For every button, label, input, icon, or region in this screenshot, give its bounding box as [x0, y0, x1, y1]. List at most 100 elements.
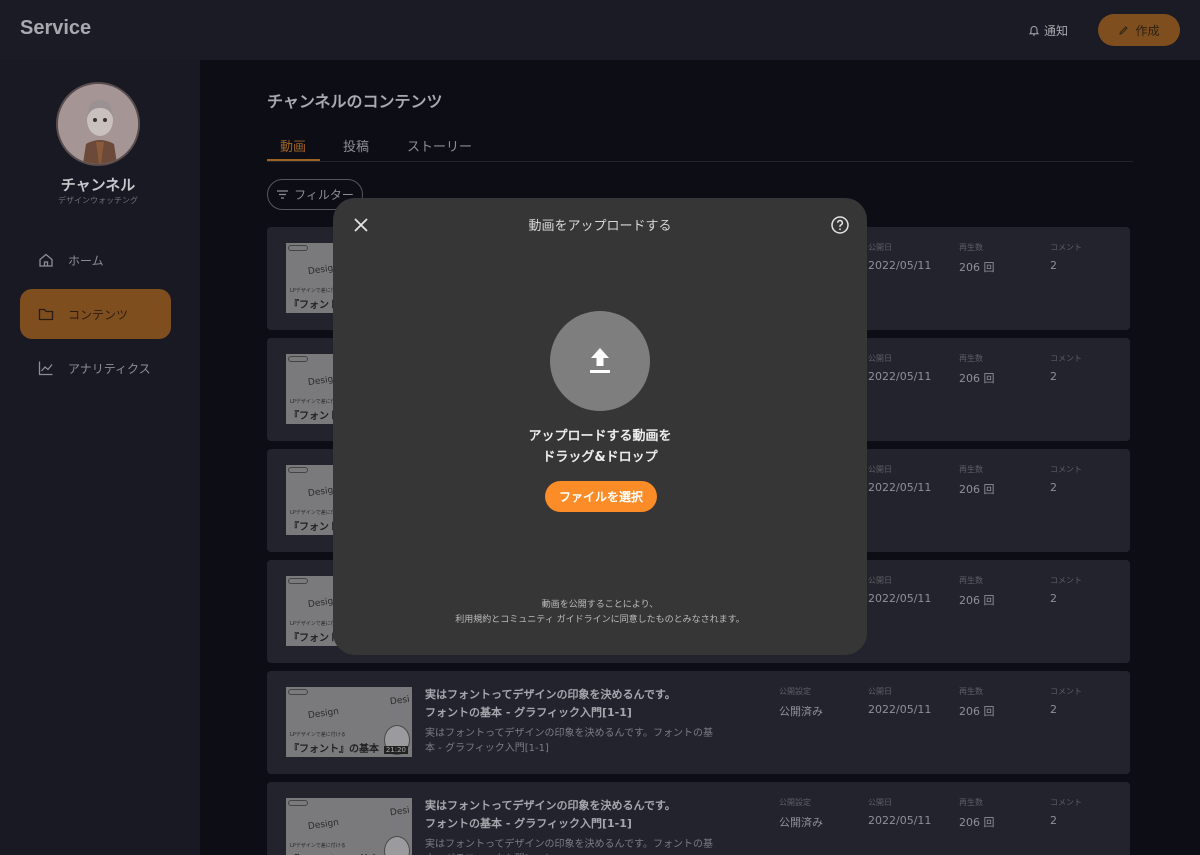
column-label-comments: コメント: [1050, 354, 1082, 363]
top-bar: Service 通知 作成: [0, 0, 1200, 60]
upload-drop-zone[interactable]: [550, 311, 650, 411]
video-title-line-2: フォントの基本 - グラフィック入門[1-1]: [425, 817, 632, 830]
drop-instructions: アップロードする動画を ドラッグ&ドロップ: [333, 426, 867, 468]
column-label-views: 再生数: [959, 243, 983, 252]
video-title-line-1: 実はフォントってデザインの印象を決めるんです。: [425, 799, 676, 812]
help-icon[interactable]: [830, 215, 850, 235]
column-label-views: 再生数: [959, 576, 983, 585]
filter-icon: [277, 190, 289, 199]
dialog-title: 動画をアップロードする: [528, 219, 672, 234]
sidebar-item-home[interactable]: ホーム: [20, 235, 171, 285]
video-comments: 2: [1050, 481, 1057, 494]
video-visibility: 公開済み: [779, 705, 823, 718]
home-icon: [39, 253, 53, 267]
tab-stories[interactable]: ストーリー: [407, 136, 472, 155]
column-label-comments: コメント: [1050, 243, 1082, 252]
upload-icon: [590, 348, 610, 373]
video-row[interactable]: DesignDesiLPデザインで差に付ける『フォント』の基本21:20実はフォ…: [267, 782, 1130, 855]
video-date: 2022/05/11: [868, 259, 932, 272]
column-label-views: 再生数: [959, 687, 983, 696]
video-title[interactable]: 実はフォントってデザインの印象を決めるんです。フォントの基本 - グラフィック入…: [425, 797, 676, 833]
drop-line-1: アップロードする動画を: [528, 429, 672, 444]
upload-dialog: 動画をアップロードする アップロードする動画を ドラッグ&ドロップ ファイルを選…: [333, 198, 867, 655]
column-label-comments: コメント: [1050, 576, 1082, 585]
video-views: 206 回: [959, 483, 995, 496]
thumbnail-headline: 『フォント』の基本: [289, 851, 379, 855]
pencil-icon: [1119, 25, 1129, 35]
bell-icon: [1028, 25, 1040, 35]
thumbnail-design-text: Design: [307, 706, 340, 722]
tab-posts[interactable]: 投稿: [343, 136, 369, 155]
column-label-date: 公開日: [868, 243, 892, 252]
sidebar-item-label: コンテンツ: [68, 307, 129, 322]
video-thumbnail[interactable]: DesignDesiLPデザインで差に付ける『フォント』の基本21:20: [286, 798, 412, 855]
thumbnail-caption: LPデザインで差に付ける: [290, 732, 346, 738]
column-label-views: 再生数: [959, 465, 983, 474]
column-label-comments: コメント: [1050, 687, 1082, 696]
content-tabs: 動画 投稿 ストーリー: [267, 128, 1133, 162]
thumbnail-desi-text: Desi: [389, 694, 411, 708]
create-button[interactable]: 作成: [1098, 14, 1180, 46]
active-tab-indicator: [267, 159, 320, 161]
column-label-date: 公開日: [868, 465, 892, 474]
sidebar: チャンネル デザインウォッチング ホーム コンテンツ アナリティクス: [0, 60, 200, 855]
video-comments: 2: [1050, 814, 1057, 827]
sidebar-item-contents[interactable]: コンテンツ: [20, 289, 171, 339]
video-duration: 21:20: [383, 746, 408, 754]
channel-avatar[interactable]: [56, 82, 140, 166]
thumbnail-badge: [288, 245, 308, 251]
video-title-line-2: フォントの基本 - グラフィック入門[1-1]: [425, 706, 632, 719]
video-title[interactable]: 実はフォントってデザインの印象を決めるんです。フォントの基本 - グラフィック入…: [425, 686, 676, 722]
channel-subtitle: デザインウォッチング: [58, 196, 138, 205]
column-label-views: 再生数: [959, 798, 983, 807]
video-comments: 2: [1050, 703, 1057, 716]
video-comments: 2: [1050, 370, 1057, 383]
create-label: 作成: [1135, 23, 1160, 38]
service-logo[interactable]: Service: [20, 17, 91, 40]
column-label-date: 公開日: [868, 687, 892, 696]
video-row[interactable]: Design Desi LPデザインで差に付ける『フォント』の基本 21:20 実はフォ…: [267, 671, 1130, 774]
notification-button[interactable]: 通知: [1028, 22, 1068, 39]
video-views: 206 回: [959, 261, 995, 274]
column-label-views: 再生数: [959, 354, 983, 363]
sidebar-item-analytics[interactable]: アナリティクス: [20, 343, 171, 393]
thumbnail-badge: [288, 578, 308, 584]
terms-notice: 動画を公開することにより、 利用規約とコミュニティ ガイドラインに同意したものと…: [333, 598, 867, 628]
notification-label: 通知: [1044, 24, 1069, 38]
video-title-line-1: 実はフォントってデザインの印象を決めるんです。: [425, 688, 676, 701]
avatar-illustration: [58, 84, 138, 164]
video-visibility: 公開済み: [779, 816, 823, 829]
thumbnail-badge: [288, 689, 308, 695]
video-thumbnail[interactable]: Design Desi LPデザインで差に付ける『フォント』の基本 21:20: [286, 687, 412, 757]
select-file-button[interactable]: ファイルを選択: [545, 481, 657, 512]
thumbnail-desi-text: Desi: [389, 805, 411, 819]
thumbnail-headline: 『フォント』の基本: [289, 744, 379, 755]
page-title: チャンネルのコンテンツ: [267, 92, 443, 111]
thumbnail-badge: [288, 467, 308, 473]
column-label-visibility: 公開設定: [779, 687, 811, 696]
channel-name: チャンネル: [60, 176, 136, 194]
video-views: 206 回: [959, 372, 995, 385]
thumbnail-badge: [288, 356, 308, 362]
column-label-visibility: 公開設定: [779, 798, 811, 807]
video-description: 実はフォントってデザインの印象を決めるんです。フォントの基本 - グラフィック入…: [425, 728, 713, 754]
video-comments: 2: [1050, 592, 1057, 605]
video-date: 2022/05/11: [868, 703, 932, 716]
video-description: 実はフォントってデザインの印象を決めるんです。フォントの基本 - グラフィック入…: [425, 839, 713, 855]
video-date: 2022/05/11: [868, 481, 932, 494]
video-comments: 2: [1050, 259, 1057, 272]
analytics-icon: [38, 361, 53, 376]
sidebar-item-label: ホーム: [68, 253, 104, 268]
video-date: 2022/05/11: [868, 814, 932, 827]
column-label-date: 公開日: [868, 354, 892, 363]
tab-videos[interactable]: 動画: [280, 136, 306, 155]
thumbnail-design-text: Design: [307, 817, 340, 833]
video-views: 206 回: [959, 816, 995, 829]
terms-line-2[interactable]: 利用規約とコミュニティ ガイドラインに同意したものとみなされます。: [333, 613, 867, 628]
column-label-date: 公開日: [868, 576, 892, 585]
thumbnail-caption: LPデザインで差に付ける: [290, 843, 346, 849]
thumbnail-badge: [288, 800, 308, 806]
thumbnail-avatar: [384, 836, 410, 855]
drop-line-2: ドラッグ&ドロップ: [542, 450, 658, 465]
column-label-comments: コメント: [1050, 798, 1082, 807]
